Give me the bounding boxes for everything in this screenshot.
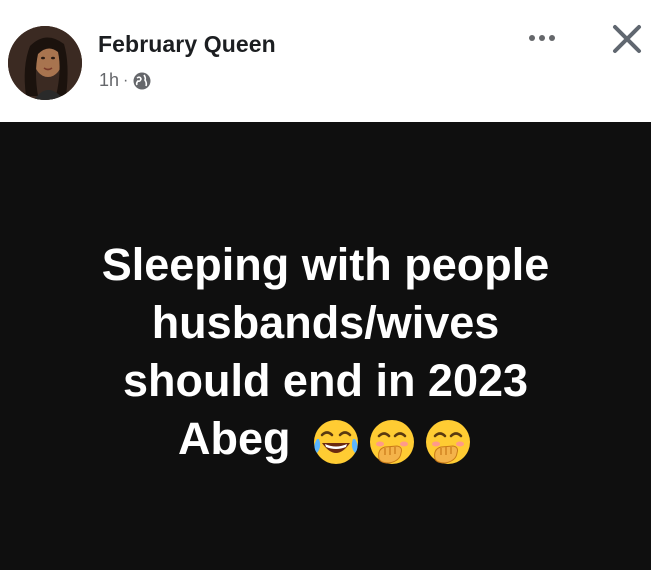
tears-of-joy-emoji [314, 420, 358, 465]
post-header: February Queen 1h · [0, 0, 651, 122]
emoji-row [311, 417, 473, 467]
avatar[interactable] [8, 26, 82, 100]
avatar-image [8, 26, 82, 100]
post-time[interactable]: 1h [99, 70, 119, 91]
face-with-hand-over-mouth-emoji [370, 420, 414, 465]
post-meta: 1h · [99, 70, 152, 91]
close-icon [613, 25, 641, 53]
close-button[interactable] [606, 18, 648, 60]
facebook-post: February Queen 1h · Sleeping with people… [0, 0, 651, 570]
post-text: Sleeping with people husbands/wives shou… [26, 236, 626, 468]
post-text-line: husbands/wives [151, 297, 500, 348]
author-name[interactable]: February Queen [98, 31, 276, 58]
post-content: Sleeping with people husbands/wives shou… [0, 122, 651, 570]
globe-icon [132, 71, 152, 91]
post-text-line: Abeg [177, 413, 291, 464]
post-text-last-line: Abeg [26, 410, 626, 468]
more-dots-icon [529, 35, 555, 41]
more-options-button[interactable] [522, 26, 562, 50]
post-text-line: should end in 2023 [122, 355, 529, 406]
face-with-hand-over-mouth-emoji [426, 420, 470, 465]
meta-separator: · [123, 71, 129, 89]
post-text-line: Sleeping with people [101, 239, 550, 290]
